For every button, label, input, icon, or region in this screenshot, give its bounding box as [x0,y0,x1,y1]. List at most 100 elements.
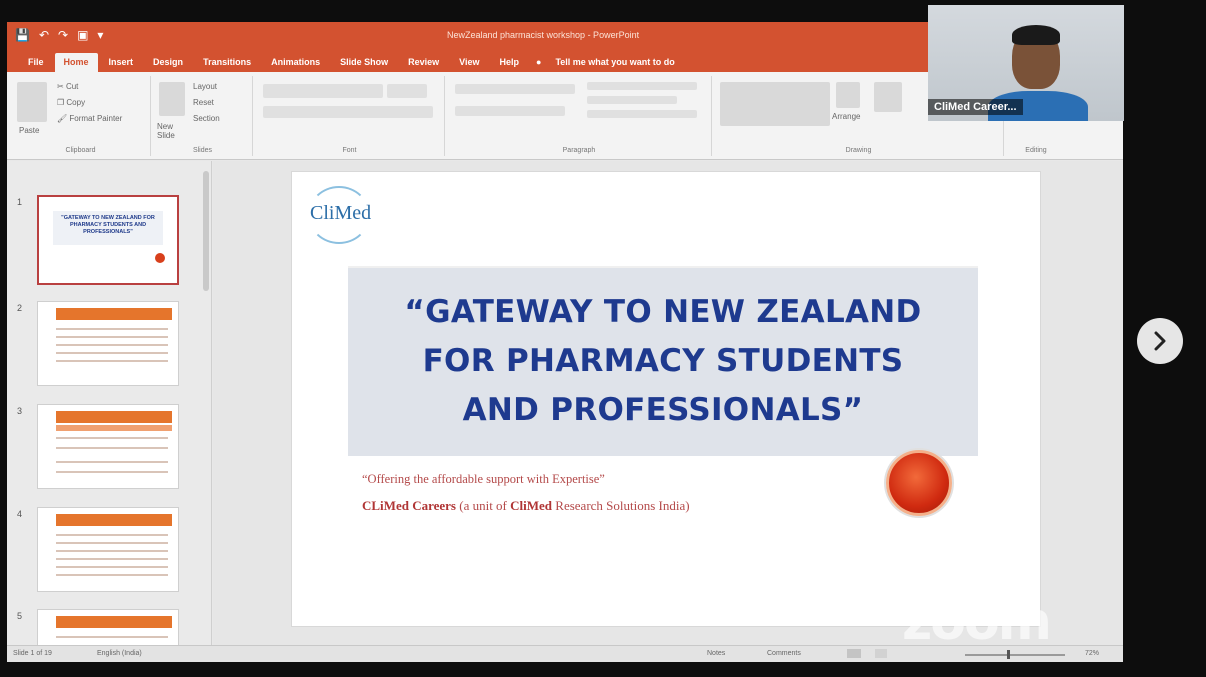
reset-button[interactable]: Reset [193,98,214,107]
arrange-icon[interactable] [836,82,860,108]
undo-icon[interactable]: ↶ [39,28,49,42]
tab-help[interactable]: Help [491,53,529,72]
thumbnail-row[interactable]: 4 [7,507,197,597]
text-direction-button[interactable] [587,82,697,90]
format-painter-button[interactable]: 🖌 Format Painter [57,114,122,123]
clipboard-group: Paste ✂ Cut ❐ Copy 🖌 Format Painter Clip… [11,76,151,156]
section-button[interactable]: Section [193,114,220,123]
layout-button[interactable]: Layout [193,82,217,91]
thumbnail-badge [155,253,165,263]
font-family-select[interactable] [263,84,383,98]
thumbnail-header-band [56,308,172,320]
thumbnail-line [56,352,168,354]
tab-transitions[interactable]: Transitions [194,53,260,72]
status-bar: Slide 1 of 19 English (India) Notes Comm… [7,645,1123,662]
tab-animations[interactable]: Animations [262,53,329,72]
slide-thumbnail-5[interactable] [37,609,179,645]
next-arrow-button[interactable] [1137,318,1183,364]
thumbnail-row[interactable]: 1 "GATEWAY TO NEW ZEALAND FOR PHARMACY S… [7,195,197,285]
convert-smartart-button[interactable] [587,110,697,118]
drawing-group-label: Drawing [845,147,872,154]
slide-thumbnail-3[interactable] [37,404,179,489]
align-text-button[interactable] [587,96,677,104]
normal-view-icon[interactable] [847,649,861,658]
customize-qat-icon[interactable]: ▾ [97,28,103,42]
save-icon[interactable]: 💾 [15,28,30,42]
thumbnail-number: 4 [17,509,23,519]
thumbnail-line [56,437,168,439]
quick-access-toolbar: 💾 ↶ ↷ ▣ ▾ [15,28,103,42]
font-group: Font [255,76,445,156]
thumbnail-line [56,636,168,638]
tell-me-search[interactable]: Tell me what you want to do [549,53,680,72]
thumbnail-header-band [56,411,172,423]
slide-organization-line[interactable]: CLiMed Careers (a unit of CliMed Researc… [362,498,690,514]
tab-insert[interactable]: Insert [100,53,143,72]
org-name: CLiMed Careers [362,498,456,513]
thumbnail-line [56,566,168,568]
tab-design[interactable]: Design [144,53,192,72]
thumbnail-header-band [56,514,172,526]
thumbnail-number: 2 [17,303,23,313]
thumbnail-line [56,558,168,560]
new-slide-button[interactable]: New Slide [157,122,189,140]
font-size-select[interactable] [387,84,427,98]
copy-label: Copy [66,98,86,107]
thumbnail-line [56,344,168,346]
tab-review[interactable]: Review [399,53,448,72]
redo-icon[interactable]: ↷ [58,28,68,42]
slide-sorter-icon[interactable] [875,649,887,658]
slide-title[interactable]: “GATEWAY TO NEW ZEALAND FOR PHARMACY STU… [348,288,978,435]
thumbnail-line [56,447,168,449]
zoom-slider-thumb[interactable] [1007,650,1010,659]
font-format-buttons[interactable] [263,106,433,118]
copy-button[interactable]: ❐ Copy [57,98,85,107]
thumbnail-line [56,574,168,576]
thumbnail-scrollbar[interactable] [203,171,209,291]
thumbnail-row[interactable]: 5 [7,609,197,645]
emblem-badge [886,450,952,516]
slide-thumbnail-pane: 1 "GATEWAY TO NEW ZEALAND FOR PHARMACY S… [7,161,212,645]
slide-thumbnail-2[interactable] [37,301,179,386]
thumbnail-line [56,360,168,362]
current-slide[interactable]: CliMed “GATEWAY TO NEW ZEALAND FOR PHARM… [291,171,1041,627]
new-slide-icon[interactable] [159,82,185,116]
tab-file[interactable]: File [19,53,53,72]
paragraph-group: Paragraph [447,76,712,156]
alignment-buttons[interactable] [455,106,565,116]
quick-styles-icon[interactable] [874,82,902,112]
lightbulb-icon: ● [536,57,542,67]
thumbnail-row[interactable]: 3 [7,404,197,494]
language-indicator[interactable]: English (India) [97,650,142,657]
comments-button[interactable]: Comments [767,650,801,657]
tab-home[interactable]: Home [54,53,98,72]
notes-button[interactable]: Notes [707,650,725,657]
org-unit-text: (a unit of [455,498,511,513]
list-buttons[interactable] [455,84,575,94]
slide-thumbnail-4[interactable] [37,507,179,592]
tab-slide-show[interactable]: Slide Show [331,53,397,72]
present-icon[interactable]: ▣ [77,28,88,42]
climed-logo: CliMed [302,186,382,244]
editing-group-label: Editing [1025,147,1047,154]
thumbnail-title: "GATEWAY TO NEW ZEALAND FOR PHARMACY STU… [61,215,155,235]
window-title: NewZealand pharmacist workshop - PowerPo… [447,30,640,40]
zoom-slider[interactable] [965,654,1065,656]
chevron-right-icon [1154,331,1166,351]
paste-button[interactable]: Paste [19,126,39,135]
cut-button[interactable]: ✂ Cut [57,82,78,91]
participant-video[interactable]: CliMed Career... [928,5,1124,121]
slide-thumbnail-1[interactable]: "GATEWAY TO NEW ZEALAND FOR PHARMACY STU… [37,195,179,285]
thumbnail-line [56,550,168,552]
thumbnail-row[interactable]: 2 [7,301,197,391]
zoom-level[interactable]: 72% [1085,650,1099,657]
slide-title-line-2: FOR PHARMACY STUDENTS [422,343,904,379]
clipboard-group-label: Clipboard [65,147,96,154]
shapes-gallery[interactable] [720,82,830,126]
arrange-button[interactable]: Arrange [832,112,860,121]
thumbnail-subheader-band [56,425,172,431]
thumbnail-line [56,328,168,330]
paste-icon[interactable] [17,82,47,122]
tab-view[interactable]: View [450,53,488,72]
slide-tagline[interactable]: “Offering the affordable support with Ex… [362,472,605,487]
